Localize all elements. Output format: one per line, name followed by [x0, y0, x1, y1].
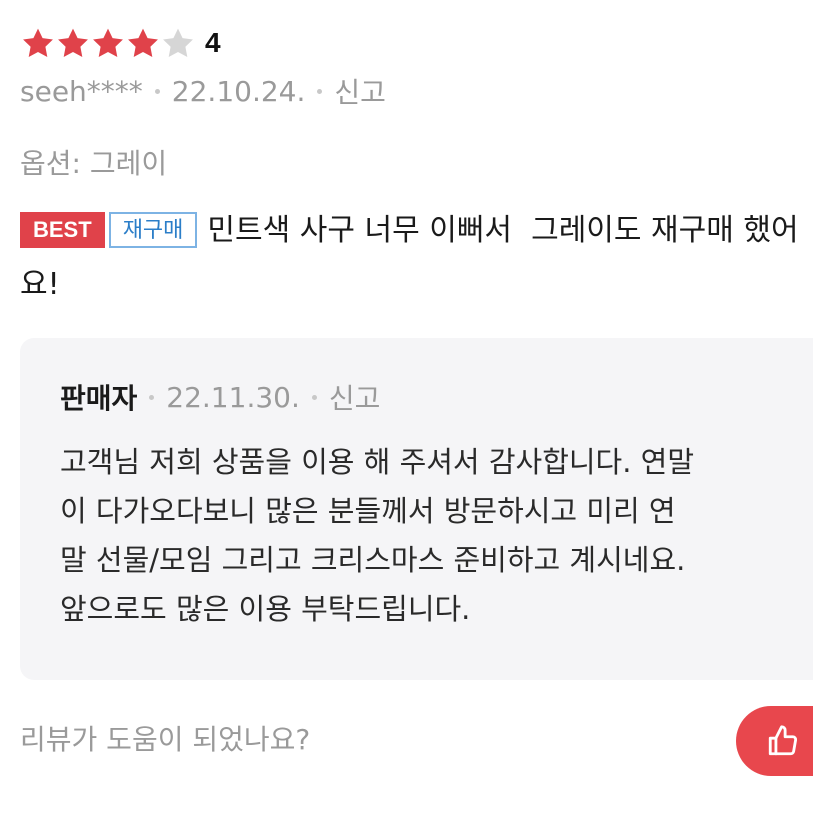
- reply-text: 고객님 저희 상품을 이용 해 주셔서 감사합니다. 연말 이 다가오다보니 많…: [60, 438, 813, 634]
- reply-line: 말 선물/모임 그리고 크리스마스 준비하고 계시네요.: [60, 543, 686, 577]
- thumbs-up-icon: [766, 724, 800, 758]
- separator-dot: [317, 88, 323, 94]
- separator-dot: [149, 394, 155, 400]
- reply-author: 판매자: [60, 382, 138, 415]
- helpful-question: 리뷰가 도움이 되었나요?: [20, 723, 311, 756]
- star-rating: [20, 26, 195, 60]
- star-filled-icon: [125, 26, 161, 60]
- star-filled-icon: [20, 26, 56, 60]
- rating-value: 4: [205, 27, 221, 58]
- separator-dot: [311, 394, 317, 400]
- reply-line: 앞으로도 많은 이용 부탁드립니다.: [60, 592, 471, 626]
- report-link[interactable]: 신고: [334, 71, 386, 111]
- reply-header: 판매자 22.11.30. 신고: [60, 376, 380, 418]
- reply-report-link[interactable]: 신고: [329, 377, 381, 417]
- reviewer-name: seeh****: [20, 74, 143, 108]
- star-filled-icon: [90, 26, 126, 60]
- reply-line: 고객님 저희 상품을 이용 해 주셔서 감사합니다. 연말: [60, 445, 695, 479]
- star-filled-icon: [55, 26, 91, 60]
- best-badge: BEST: [20, 212, 105, 248]
- product-option: 옵션: 그레이: [20, 147, 168, 180]
- review-meta: seeh**** 22.10.24. 신고: [20, 70, 386, 112]
- reply-date: 22.11.30.: [166, 380, 300, 414]
- review-card: 4 seeh**** 22.10.24. 신고 옵션: 그레이 BEST 재구매 민…: [0, 0, 813, 813]
- star-empty-icon: [160, 26, 196, 60]
- review-body: BEST 재구매 민트색 사구 너무 이뻐서 그레이도 재구매 했어요!: [20, 204, 813, 312]
- separator-dot: [154, 88, 160, 94]
- reply-line: 이 다가오다보니 많은 분들께서 방문하시고 미리 연: [60, 494, 676, 528]
- helpful-like-button[interactable]: [736, 706, 813, 776]
- rating-row: 4: [20, 24, 221, 62]
- seller-reply: 판매자 22.11.30. 신고 고객님 저희 상품을 이용 해 주셔서 감사합…: [20, 338, 813, 680]
- rebuy-badge: 재구매: [108, 212, 198, 248]
- review-date: 22.10.24.: [171, 74, 306, 108]
